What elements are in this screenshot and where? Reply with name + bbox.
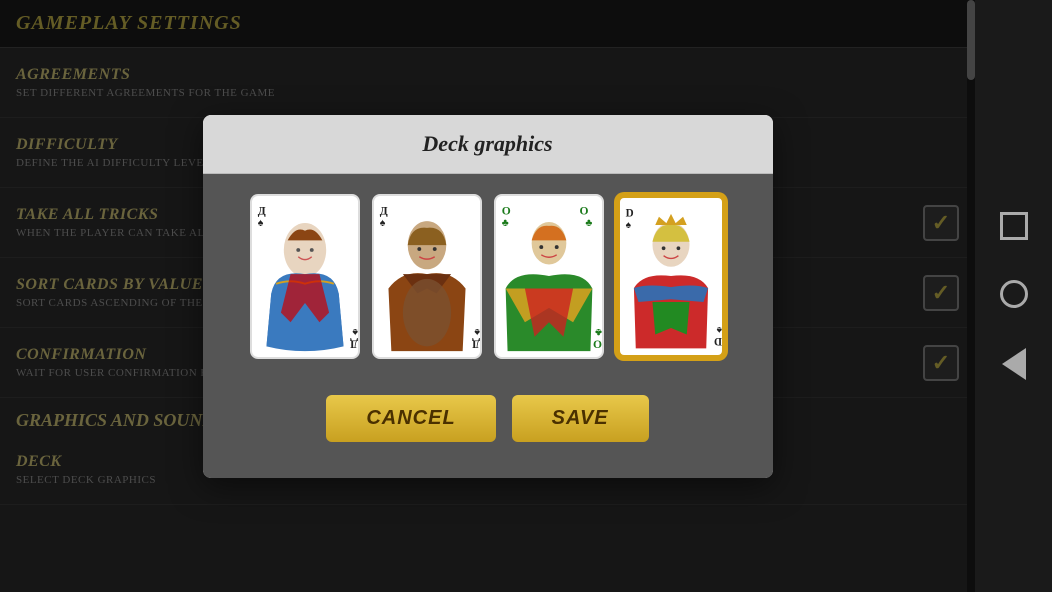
home-button[interactable]: [1000, 280, 1028, 308]
svg-text:Д: Д: [379, 204, 387, 217]
deck-card-4[interactable]: D ♠ D: [616, 194, 726, 359]
svg-text:♠: ♠: [257, 217, 263, 228]
recent-apps-button[interactable]: [1000, 212, 1028, 240]
svg-text:D: D: [625, 207, 633, 219]
deck-graphics-modal: Deck graphics Д ♠: [203, 115, 773, 478]
svg-text:♠: ♠: [379, 217, 385, 228]
svg-text:О: О: [579, 204, 588, 217]
svg-text:♣: ♣: [595, 326, 602, 337]
svg-text:О: О: [501, 204, 510, 217]
svg-text:Д: Д: [472, 337, 480, 350]
deck-card-2[interactable]: Д ♠ Д ♠: [372, 194, 482, 359]
svg-text:О: О: [593, 337, 602, 350]
modal-buttons: Cancel Save: [223, 379, 753, 458]
svg-text:♠: ♠: [625, 219, 631, 230]
modal-header: Deck graphics: [203, 115, 773, 174]
svg-text:♠: ♠: [716, 324, 722, 335]
modal-title: Deck graphics: [422, 131, 552, 156]
svg-text:♣: ♣: [501, 217, 508, 228]
svg-text:D: D: [713, 335, 721, 347]
svg-text:Д: Д: [350, 337, 358, 350]
settings-panel: Gameplay settings Agreements Set differe…: [0, 0, 975, 592]
deck-card-3[interactable]: О ♣ О ♣ О: [494, 194, 604, 359]
svg-text:♠: ♠: [474, 326, 480, 337]
save-button[interactable]: Save: [512, 395, 649, 442]
cancel-button[interactable]: Cancel: [326, 395, 495, 442]
back-button[interactable]: [1002, 348, 1026, 380]
modal-overlay: Deck graphics Д ♠: [0, 0, 975, 592]
cards-container: Д ♠ Д: [223, 194, 753, 359]
svg-text:♣: ♣: [585, 217, 592, 228]
deck-card-1[interactable]: Д ♠ Д: [250, 194, 360, 359]
svg-text:Д: Д: [257, 204, 265, 217]
android-nav-bar: [975, 0, 1052, 592]
svg-text:♠: ♠: [352, 326, 358, 337]
modal-body: Д ♠ Д: [203, 174, 773, 478]
